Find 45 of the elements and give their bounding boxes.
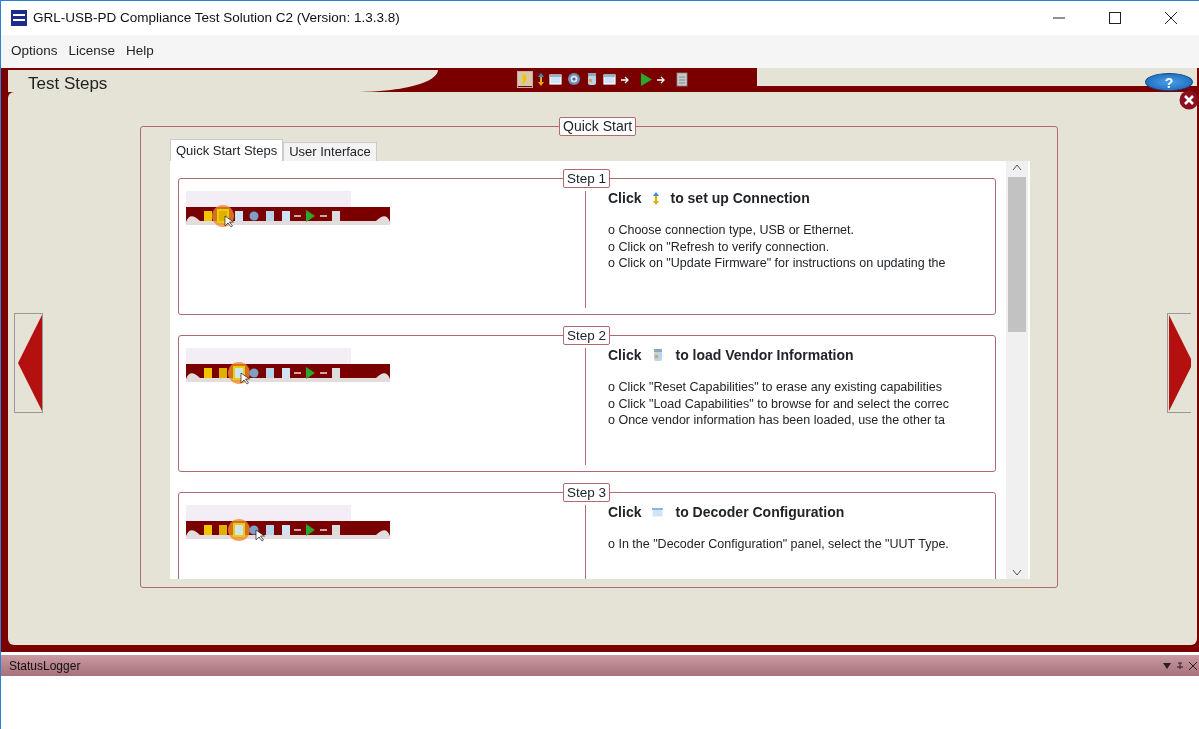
scroll-thumb[interactable] — [1008, 177, 1026, 332]
step-heading: Click — [608, 345, 642, 365]
gear-icon[interactable] — [567, 72, 581, 87]
instruction-text: o Click "Load Capabilities" to browse for and select the correc — [608, 395, 949, 412]
menu-item[interactable]: License — [68, 41, 116, 62]
play-icon[interactable] — [639, 72, 653, 87]
close-icon[interactable] — [1189, 661, 1197, 670]
menu-item[interactable]: Options — [11, 41, 58, 62]
up-down-arrows-icon[interactable] — [536, 72, 545, 87]
instruction-text: o Choose connection type, USB or Ethernet. — [608, 222, 855, 239]
instruction-text: o Click on "Update Firmware" for instructions on updating the — [608, 255, 946, 272]
status-logger-title: StatusLogger — [9, 657, 81, 675]
previous-button[interactable] — [14, 313, 43, 413]
jar-icon[interactable] — [585, 72, 599, 87]
document-icon[interactable] — [675, 72, 689, 87]
app-logo-icon — [11, 10, 27, 26]
close-icon[interactable] — [1165, 12, 1177, 24]
window-icon[interactable] — [549, 72, 563, 87]
instruction-text: o Click "Reset Capabilities" to erase any existing capabilities — [608, 379, 944, 396]
foot-icon[interactable] — [518, 72, 532, 87]
dropdown-icon[interactable] — [1163, 661, 1171, 670]
instruction-text: o In the "Decoder Configuration" panel, select the "UUT Type. — [608, 536, 949, 553]
tab[interactable]: User Interface — [283, 142, 377, 161]
next-button[interactable] — [1167, 313, 1191, 413]
step-title: Step 3 — [563, 483, 611, 502]
step-heading: Click — [608, 188, 642, 208]
group-title: Quick Start — [559, 117, 637, 136]
window-icon[interactable] — [603, 72, 617, 87]
instruction-text: o Click on "Refresh to verify connection. — [608, 238, 831, 255]
step-heading: to set up Connection — [670, 188, 810, 208]
panel-title: Test Steps — [8, 70, 438, 92]
tab[interactable]: Quick Start Steps — [170, 139, 284, 161]
instruction-text: o Once vendor information has been loaded, use the other ta — [608, 412, 947, 429]
step-heading: to Decoder Configuration — [675, 502, 845, 522]
step-heading: Click — [608, 502, 642, 522]
maximize-icon[interactable] — [1109, 12, 1121, 24]
window-title: GRL-USB-PD Compliance Test Solution C2 (Version: 1.3.3.8) — [33, 8, 400, 27]
up-down-arrows-icon — [651, 190, 661, 206]
step-title: Step 2 — [563, 326, 611, 345]
menu-item[interactable]: Help — [126, 41, 154, 62]
step-heading: to load Vendor Information — [675, 345, 854, 365]
close-icon[interactable] — [1179, 90, 1199, 110]
step-title: Step 1 — [563, 169, 611, 188]
pin-icon[interactable] — [1176, 661, 1184, 670]
scrollbar[interactable] — [1006, 161, 1028, 579]
